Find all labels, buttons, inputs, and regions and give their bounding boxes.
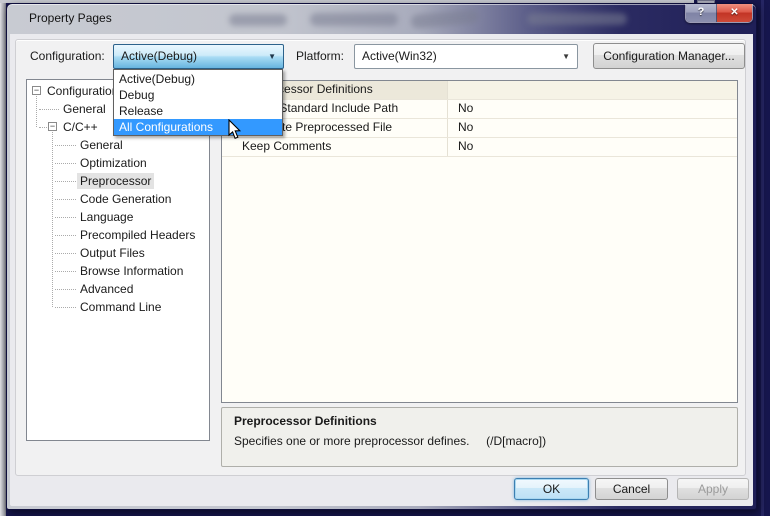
redacted-text-blur — [411, 9, 480, 29]
window-title: Property Pages — [29, 4, 112, 33]
tree-item-precompiled-headers[interactable]: Precompiled Headers — [29, 226, 207, 244]
configuration-label: Configuration: — [30, 44, 105, 69]
tree-connector-line — [39, 127, 47, 128]
configuration-manager-button[interactable]: Configuration Manager... — [593, 43, 745, 69]
mouse-cursor — [228, 119, 243, 144]
apply-button[interactable]: Apply — [677, 478, 749, 500]
tree-connector-line — [55, 307, 76, 308]
background-window-line — [761, 0, 764, 516]
tree-connector-line — [55, 145, 76, 146]
tree-item-browse-information[interactable]: Browse Information — [29, 262, 207, 280]
property-pages-dialog: Property Pages ? ✕ Configuration: Active… — [6, 3, 757, 510]
property-row-preprocessor-definitions[interactable]: Preprocessor Definitions — [222, 81, 737, 100]
redacted-text-blur — [527, 13, 627, 25]
tree-connector-line — [55, 289, 76, 290]
description-body: Specifies one or more preprocessor defin… — [234, 434, 546, 448]
description-title: Preprocessor Definitions — [234, 414, 377, 428]
platform-label: Platform: — [296, 44, 344, 69]
tree-item-label: Command Line — [77, 299, 164, 315]
description-panel: Preprocessor Definitions Specifies one o… — [221, 407, 738, 467]
chevron-down-icon: ▼ — [562, 45, 570, 68]
tree-item-advanced[interactable]: Advanced — [29, 280, 207, 298]
tree-item-label: Browse Information — [77, 263, 186, 279]
dropdown-item-debug[interactable]: Debug — [114, 87, 282, 103]
title-bar[interactable]: Property Pages ? ✕ — [7, 4, 756, 34]
property-row-generate-preprocessed-file[interactable]: Generate Preprocessed File No — [222, 119, 737, 138]
tree-item-label: Code Generation — [77, 191, 174, 207]
tree-connector-line — [55, 271, 76, 272]
property-value[interactable]: No — [448, 119, 737, 137]
tree-item-preprocessor[interactable]: Preprocessor — [29, 172, 207, 190]
cancel-button-label: Cancel — [613, 482, 650, 496]
tree-item-label: General — [77, 137, 126, 153]
configuration-combobox-value: Active(Debug) — [121, 45, 197, 68]
tree-item-label: Precompiled Headers — [77, 227, 198, 243]
tree-connector-line — [55, 217, 76, 218]
property-value[interactable]: No — [448, 138, 737, 156]
tree-item-label: Output Files — [77, 245, 148, 261]
configuration-combobox[interactable]: Active(Debug) ▼ — [113, 44, 284, 69]
tree-item-language[interactable]: Language — [29, 208, 207, 226]
tree-item-label: Language — [77, 209, 136, 225]
tree-item-label: General — [60, 101, 109, 117]
tree-item-label: Advanced — [77, 281, 136, 297]
property-row-keep-comments[interactable]: Keep Comments No — [222, 138, 737, 157]
tree-connector-line — [55, 199, 76, 200]
property-row-ignore-standard-include-path[interactable]: Ignore Standard Include Path No — [222, 100, 737, 119]
dropdown-item-active-debug[interactable]: Active(Debug) — [114, 71, 282, 87]
tree-item-optimization[interactable]: Optimization — [29, 154, 207, 172]
configuration-manager-label: Configuration Manager... — [603, 49, 734, 63]
apply-button-label: Apply — [698, 482, 728, 496]
tree-connector-line — [55, 253, 76, 254]
configuration-dropdown-list: Active(Debug) Debug Release All Configur… — [113, 69, 283, 136]
tree-item-label: Preprocessor — [77, 173, 154, 189]
screen: Property Pages ? ✕ Configuration: Active… — [0, 0, 770, 516]
tree-item-code-generation[interactable]: Code Generation — [29, 190, 207, 208]
tree-item-general-cpp[interactable]: General — [29, 136, 207, 154]
help-button[interactable]: ? — [686, 4, 717, 22]
tree-item-label: Optimization — [77, 155, 150, 171]
tree-item-label: C/C++ — [60, 119, 101, 135]
redacted-text-blur — [229, 14, 287, 26]
tree-connector-line — [55, 181, 76, 182]
platform-combobox[interactable]: Active(Win32) ▼ — [354, 44, 578, 69]
close-icon: ✕ — [730, 7, 738, 18]
close-button[interactable]: ✕ — [717, 4, 752, 22]
ok-button-label: OK — [543, 482, 560, 496]
redacted-text-blur — [310, 13, 398, 26]
dropdown-item-all-configurations[interactable]: All Configurations — [114, 119, 282, 135]
cancel-button[interactable]: Cancel — [595, 478, 668, 500]
tree-connector-line — [55, 163, 76, 164]
tree-item-output-files[interactable]: Output Files — [29, 244, 207, 262]
property-value[interactable]: No — [448, 100, 737, 118]
chevron-down-icon: ▼ — [268, 45, 276, 68]
dropdown-item-release[interactable]: Release — [114, 103, 282, 119]
tree-collapse-icon[interactable]: − — [48, 122, 57, 131]
tree-connector-line — [55, 235, 76, 236]
tree-connector-line — [39, 109, 59, 110]
platform-combobox-value: Active(Win32) — [362, 45, 437, 68]
tree-collapse-icon[interactable]: − — [32, 86, 41, 95]
property-grid: Preprocessor Definitions Ignore Standard… — [221, 80, 738, 403]
window-controls: ? ✕ — [685, 4, 753, 23]
help-icon: ? — [698, 6, 705, 18]
ok-button[interactable]: OK — [514, 478, 589, 500]
property-value[interactable] — [448, 81, 737, 99]
property-name[interactable]: Keep Comments — [222, 138, 448, 156]
tree-item-command-line[interactable]: Command Line — [29, 298, 207, 316]
